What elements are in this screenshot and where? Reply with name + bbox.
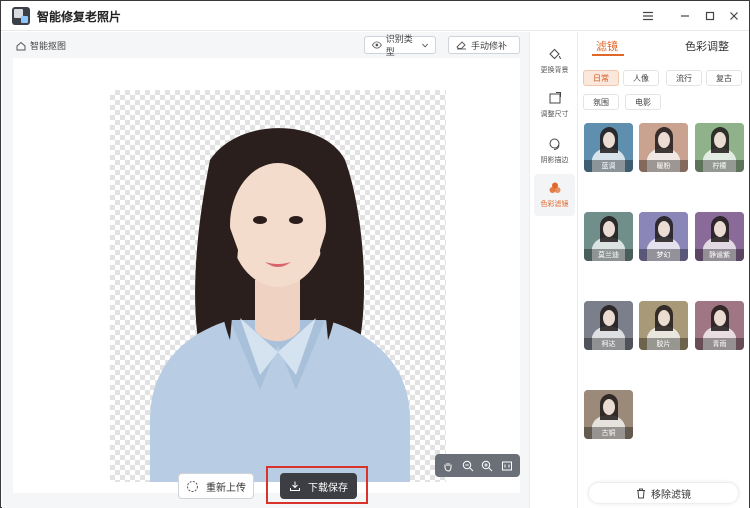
download-save-button[interactable]: 下载保存 xyxy=(280,473,357,499)
category-chip[interactable]: 电影 xyxy=(625,94,661,110)
zoom-out-icon[interactable] xyxy=(462,460,474,472)
filter-label: 静谧紫 xyxy=(695,249,744,261)
sidebar-item-label: 更换背景 xyxy=(540,66,569,74)
filter-thumbnail[interactable]: 梦幻 xyxy=(639,212,688,261)
breadcrumb-label: 智能抠图 xyxy=(30,42,67,52)
filter-panel: 滤镜 色彩调整 日常 人像 流行 复古 氛围 电影 蓝调 暖粉 柠檬莫兰迪 梦幻 静谧紫… xyxy=(578,32,749,508)
work-area: 智能抠图 识别类型 手动修补 重新上传 下载保存 xyxy=(2,32,529,508)
sidebar-item-label: 阴影描边 xyxy=(540,156,569,164)
close-icon[interactable] xyxy=(723,5,745,27)
shadow-icon xyxy=(549,138,559,150)
filter-label: 柠檬 xyxy=(695,160,744,172)
resize-icon xyxy=(549,92,561,104)
filter-thumbnail[interactable]: 柯达 xyxy=(584,301,633,350)
sidebar-item-shadow-outline[interactable]: 阴影描边 xyxy=(534,130,575,172)
minimize-icon[interactable] xyxy=(674,5,696,27)
tool-sidebar: 更换背景 调整尺寸 阴影描边 色彩滤镜 xyxy=(529,32,578,508)
remove-filter-label: 移除滤镜 xyxy=(651,489,691,501)
portrait-image xyxy=(150,128,410,482)
menu-icon[interactable] xyxy=(637,5,659,27)
filter-thumbnail[interactable]: 莫兰迪 xyxy=(584,212,633,261)
zoom-in-icon[interactable] xyxy=(481,460,493,472)
filter-label: 古铜 xyxy=(584,427,633,439)
app-window: 智能修复老照片 智能抠图 识别类型 手动修补 重新上传 下载保存 更换背景 调整… xyxy=(0,0,750,508)
refresh-icon xyxy=(187,480,198,492)
app-title: 智能修复老照片 xyxy=(37,10,122,24)
chevron-down-icon xyxy=(421,43,428,47)
filter-label: 柯达 xyxy=(584,338,633,350)
paint-bucket-icon xyxy=(548,48,561,60)
sidebar-item-resize[interactable]: 调整尺寸 xyxy=(534,84,575,126)
home-icon xyxy=(16,41,26,50)
filter-thumbnail[interactable]: 青雨 xyxy=(695,301,744,350)
filter-thumbnail[interactable]: 蓝调 xyxy=(584,123,633,172)
filter-label: 梦幻 xyxy=(639,249,688,261)
filter-thumbnail[interactable]: 胶片 xyxy=(639,301,688,350)
app-logo-icon xyxy=(12,7,30,25)
color-filter-icon xyxy=(549,182,560,193)
eye-icon xyxy=(372,41,382,49)
breadcrumb[interactable]: 智能抠图 xyxy=(16,39,66,52)
category-chip[interactable]: 人像 xyxy=(623,70,659,86)
zoom-toolbar xyxy=(435,454,520,477)
filter-thumbnail[interactable]: 暖粉 xyxy=(639,123,688,172)
filter-thumbnail[interactable]: 古铜 xyxy=(584,390,633,439)
eraser-icon xyxy=(456,41,466,50)
maximize-icon[interactable] xyxy=(699,5,721,27)
hand-pan-icon[interactable] xyxy=(442,460,454,472)
category-chip[interactable]: 日常 xyxy=(583,70,619,86)
sidebar-item-label: 色彩滤镜 xyxy=(540,200,569,208)
category-chip[interactable]: 氛围 xyxy=(583,94,619,110)
fit-screen-icon[interactable] xyxy=(501,460,513,472)
reupload-button[interactable]: 重新上传 xyxy=(178,473,254,499)
reupload-label: 重新上传 xyxy=(206,482,246,494)
sidebar-item-change-background[interactable]: 更换背景 xyxy=(534,40,575,82)
title-bar: 智能修复老照片 xyxy=(1,1,749,31)
category-chip[interactable]: 复古 xyxy=(706,70,742,86)
remove-filter-button[interactable]: 移除滤镜 xyxy=(588,482,739,504)
filter-thumbnail[interactable]: 柠檬 xyxy=(695,123,744,172)
detect-type-dropdown[interactable]: 识别类型 xyxy=(364,35,436,58)
filter-label: 莫兰迪 xyxy=(584,249,633,261)
filter-label: 蓝调 xyxy=(584,160,633,172)
detect-type-label: 识别类型 xyxy=(385,35,413,58)
download-save-label: 下载保存 xyxy=(308,482,348,494)
filter-label: 暖粉 xyxy=(639,160,688,172)
canvas-panel xyxy=(13,58,520,493)
download-icon xyxy=(290,481,300,491)
trash-icon xyxy=(637,488,645,498)
manual-fix-label: 手动修补 xyxy=(471,41,508,52)
sidebar-item-color-filter[interactable]: 色彩滤镜 xyxy=(534,174,575,216)
photo-canvas[interactable] xyxy=(110,90,446,482)
tab-color-adjust[interactable]: 色彩调整 xyxy=(685,38,729,54)
tab-filters[interactable]: 滤镜 xyxy=(596,38,618,54)
filter-label: 胶片 xyxy=(639,338,688,350)
sidebar-item-label: 调整尺寸 xyxy=(540,110,569,118)
filter-thumbnail[interactable]: 静谧紫 xyxy=(695,212,744,261)
manual-fix-button[interactable]: 手动修补 xyxy=(448,36,520,54)
active-tab-indicator xyxy=(592,54,624,56)
filter-label: 青雨 xyxy=(695,338,744,350)
category-chip[interactable]: 流行 xyxy=(666,70,702,86)
